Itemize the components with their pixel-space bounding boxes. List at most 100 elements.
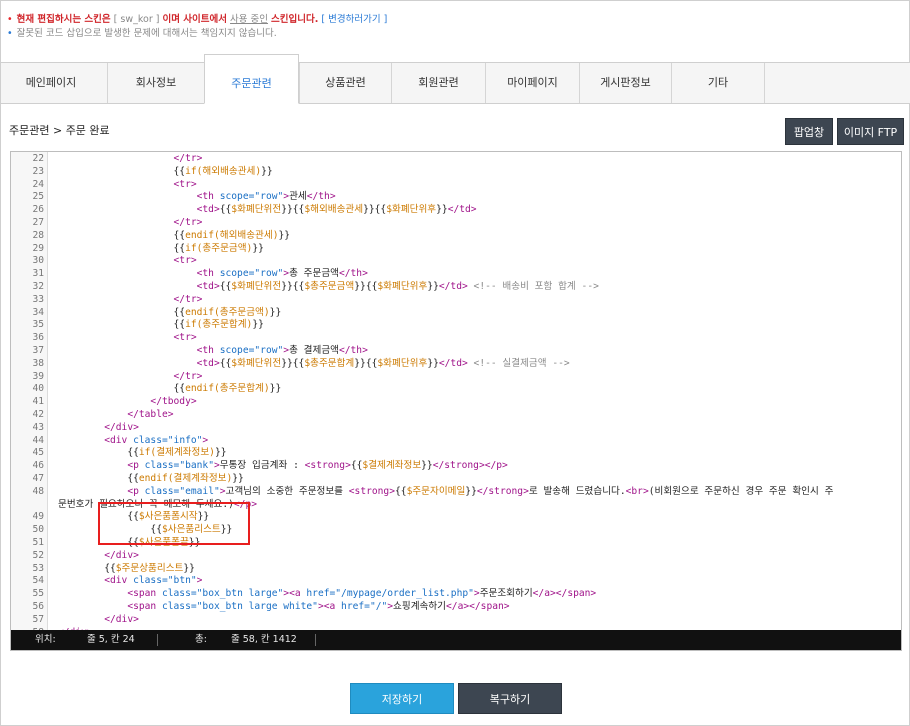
breadcrumb: 주문관련 > 주문 완료: [9, 124, 110, 137]
bullet-icon: •: [7, 28, 13, 39]
code-text: <th scope="row">관세</th>: [196, 191, 336, 203]
change-skin-link[interactable]: [ 변경하러가기 ]: [321, 14, 387, 25]
code-text: <td>{{$화폐단위전}}{{$해외배송관세}}{{$화폐단위후}}</td>: [196, 204, 477, 216]
line-number: 54: [32, 575, 44, 587]
line-number: 27: [32, 217, 44, 228]
tab-main[interactable]: 메인페이지: [1, 63, 101, 103]
line-number: 32: [32, 281, 44, 292]
tab-order[interactable]: 주문관련: [204, 54, 299, 104]
status-divider: [315, 634, 316, 646]
category-tabs: 메인페이지 회사정보 주문관련 상품관련 회원관련 마이페이지 게시판정보 기타: [1, 54, 910, 104]
line-number: 37: [32, 345, 44, 356]
code-text: <tr>: [173, 178, 197, 190]
code-text: </tr>: [173, 153, 203, 164]
line-number: 39: [32, 370, 44, 382]
code-text: </div>: [104, 549, 139, 561]
code-text: {{endif(해외배송관세)}}: [173, 229, 291, 241]
notice-area: • 현재 편집하시는 스킨은 [ sw_kor ] 이며 사이트에서 사용 중인 …: [7, 13, 387, 41]
line-number: 22: [32, 153, 44, 164]
line-number: 36: [32, 332, 44, 344]
tab-company[interactable]: 회사정보: [107, 63, 204, 103]
cursor-position-label: 위치:: [35, 634, 56, 645]
total-label: 총:: [195, 634, 207, 645]
tab-mypage[interactable]: 마이페이지: [485, 63, 579, 103]
code-text: {{if(총주문합계)}}: [173, 319, 264, 331]
line-number: 25: [32, 191, 44, 203]
line-number: 47: [32, 473, 44, 484]
line-number: 26: [32, 204, 44, 216]
code-text: <tr>: [173, 332, 197, 344]
bullet-icon: •: [7, 14, 13, 25]
line-number: 56: [32, 601, 44, 612]
line-number: 31: [32, 268, 44, 280]
code-text: {{if(총주문금액)}}: [173, 242, 264, 254]
line-number: 28: [32, 229, 44, 241]
code-text: <td>{{$화폐단위전}}{{$총주문금액}}{{$화폐단위후}}</td> …: [196, 281, 599, 292]
line-number: 29: [32, 242, 44, 254]
code-content[interactable]: 22 </tr> 23 {{if(해외배송관세)}} 24 <tr> 25 <th s…: [11, 152, 901, 638]
code-editor[interactable]: 22 </tr> 23 {{if(해외배송관세)}} 24 <tr> 25 <th s…: [10, 151, 902, 651]
line-number: 24: [32, 178, 44, 190]
cursor-position-value: 줄 5, 칸 24: [87, 634, 135, 645]
total-value: 줄 58, 칸 1412: [231, 634, 297, 645]
code-text: {{endif(총주문금액)}}: [173, 306, 282, 318]
code-text: <div class="btn">: [104, 575, 203, 587]
line-number: 23: [32, 165, 44, 177]
line-number: 35: [32, 319, 44, 331]
line-number: 53: [32, 562, 44, 574]
editor-frame: • 현재 편집하시는 스킨은 [ sw_kor ] 이며 사이트에서 사용 중인 …: [0, 0, 910, 726]
code-text: <div class="info">: [104, 434, 209, 446]
code-text: {{if(결제계좌정보)}}: [127, 447, 227, 459]
tab-member[interactable]: 회원관련: [391, 63, 485, 103]
code-text: <p class="bank">무통장 입금계좌 : <strong>{{$결제…: [127, 460, 508, 472]
line-number: 55: [32, 588, 44, 600]
line-number: 44: [32, 434, 44, 446]
line-number: 57: [32, 613, 44, 625]
line-number: 42: [32, 409, 44, 420]
line-number: 51: [32, 537, 44, 548]
code-text: </tr>: [173, 217, 203, 228]
code-text: {{$주문상품리스트}}: [104, 562, 195, 574]
code-text: </div>: [104, 421, 139, 433]
skin-notice: • 현재 편집하시는 스킨은 [ sw_kor ] 이며 사이트에서 사용 중인 …: [7, 14, 388, 25]
line-number: 52: [32, 549, 44, 561]
status-divider: [157, 634, 158, 646]
code-text: {{endif(총주문합계)}}: [173, 383, 282, 395]
line-number: 33: [32, 293, 44, 305]
line-number: 49: [32, 511, 44, 523]
status-bar: 위치: 줄 5, 칸 24 총: 줄 58, 칸 1412: [11, 630, 901, 650]
line-number: 50: [32, 524, 44, 536]
line-number: 41: [32, 396, 44, 408]
code-text: <th scope="row">총 주문금액</th>: [196, 268, 368, 280]
line-number: 43: [32, 421, 44, 433]
code-text: <td>{{$화폐단위전}}{{$총주문합계}}{{$화폐단위후}}</td> …: [196, 357, 570, 369]
line-number: 48: [32, 485, 44, 497]
code-text: </div>: [104, 613, 139, 625]
code-text: <p class="email">고객님의 소중한 주문정보를 <strong>…: [127, 485, 834, 497]
responsibility-notice: • 잘못된 코드 삽입으로 발생한 문제에 대해서는 책임지지 않습니다.: [7, 28, 277, 39]
restore-button[interactable]: 복구하기: [458, 683, 562, 714]
code-text: </tr>: [173, 370, 203, 382]
line-number: 45: [32, 447, 44, 459]
line-number: 34: [32, 306, 44, 318]
code-text: <th scope="row">총 결제금액</th>: [196, 345, 368, 356]
tab-product[interactable]: 상품관련: [299, 63, 391, 103]
code-text: <span class="box_btn large"><a href="/my…: [127, 588, 597, 600]
popup-button[interactable]: 팝업창: [785, 118, 833, 145]
code-text: </table>: [127, 409, 174, 420]
image-ftp-button[interactable]: 이미지 FTP: [837, 118, 904, 145]
line-number: 38: [32, 357, 44, 369]
save-button[interactable]: 저장하기: [350, 683, 454, 714]
line-number: 40: [32, 383, 44, 395]
line-number: 46: [32, 460, 44, 472]
tab-etc[interactable]: 기타: [671, 63, 765, 103]
code-text: <tr>: [173, 255, 197, 267]
code-text: <span class="box_btn large white"><a hre…: [127, 601, 510, 612]
code-text: </tbody>: [150, 396, 197, 408]
highlight-box: [98, 502, 250, 545]
code-text: {{if(해외배송관세)}}: [173, 165, 273, 177]
code-text: </tr>: [173, 293, 203, 305]
line-number: 30: [32, 255, 44, 267]
code-text: {{endif(결제계좌정보)}}: [127, 473, 244, 484]
tab-board[interactable]: 게시판정보: [579, 63, 671, 103]
